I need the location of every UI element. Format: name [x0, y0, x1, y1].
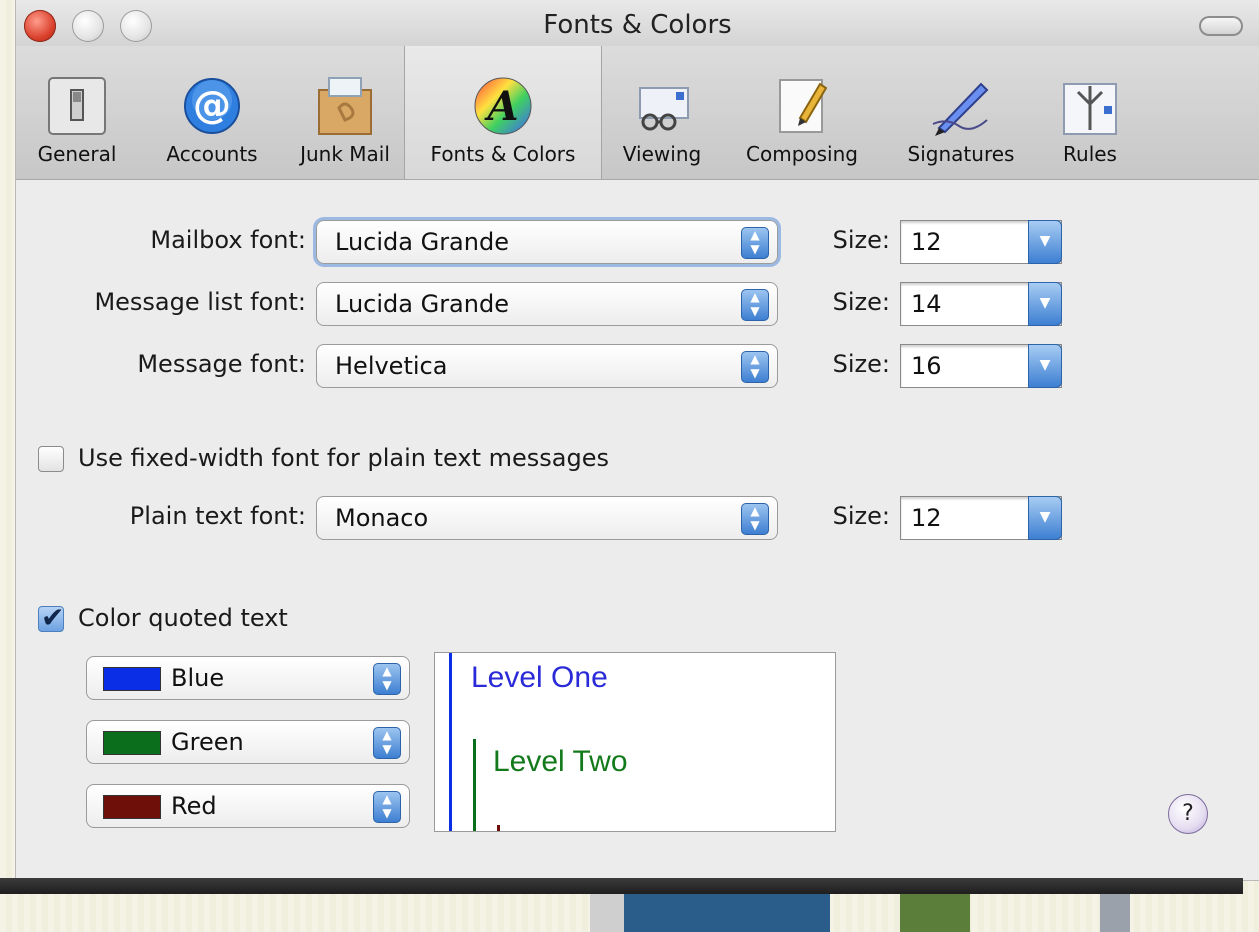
background-window-sliver — [1100, 894, 1130, 932]
mailbox-size-combo[interactable]: 12 ▼ — [900, 220, 1062, 264]
level-two-color-popup[interactable]: Green ▲ ▼ — [86, 720, 410, 764]
level-two-color-name: Green — [171, 728, 244, 756]
dropdown-arrow-icon[interactable]: ▼ — [1028, 496, 1062, 540]
fonts-colors-pane: Mailbox font: Lucida Grande ▲ ▼ Size: 12 … — [16, 180, 1259, 880]
tab-rules-label: Rules — [1063, 142, 1117, 166]
level-two-quote-bar — [473, 739, 476, 831]
message-list-size-value: 14 — [911, 290, 942, 318]
plain-text-size-value: 12 — [911, 504, 942, 532]
tab-junk-mail[interactable]: Junk Mail — [286, 46, 404, 179]
updown-arrows-icon: ▲ ▼ — [741, 351, 769, 383]
plain-text-font-popup[interactable]: Monaco ▲ ▼ — [316, 496, 778, 540]
message-font-value: Helvetica — [335, 352, 448, 380]
rules-arrows-icon — [1063, 83, 1117, 135]
quote-preview: Level One Level Two — [434, 652, 836, 832]
level-three-color-name: Red — [171, 792, 217, 820]
tab-signatures-label: Signatures — [907, 142, 1015, 166]
plain-text-size-label: Size: — [832, 502, 890, 530]
message-font-label: Message font: — [137, 350, 306, 378]
mailbox-font-value: Lucida Grande — [335, 228, 509, 256]
level-one-quote-bar — [449, 653, 452, 831]
junk-box-icon — [318, 77, 372, 135]
background-window-sliver — [900, 894, 970, 932]
level-one-color-popup[interactable]: Blue ▲ ▼ — [86, 656, 410, 700]
updown-arrows-icon: ▲ ▼ — [741, 227, 769, 259]
plain-text-font-label: Plain text font: — [129, 502, 306, 530]
tab-fonts-colors-label: Fonts & Colors — [430, 142, 576, 166]
fixed-width-label[interactable]: Use fixed-width font for plain text mess… — [78, 444, 609, 472]
mailbox-size-label: Size: — [832, 226, 890, 254]
message-size-combo[interactable]: 16 ▼ — [900, 344, 1062, 388]
tab-general[interactable]: General — [16, 46, 138, 179]
message-list-font-value: Lucida Grande — [335, 290, 509, 318]
message-list-size-label: Size: — [832, 288, 890, 316]
glasses-envelope-icon — [639, 87, 689, 131]
mailbox-font-label: Mailbox font: — [150, 226, 306, 254]
tab-composing[interactable]: Composing — [722, 46, 882, 179]
level-one-text: Level One — [471, 661, 608, 694]
mailbox-font-popup[interactable]: Lucida Grande ▲ ▼ — [316, 220, 778, 264]
fountain-pen-icon — [932, 82, 989, 136]
updown-arrows-icon: ▲ ▼ — [373, 727, 401, 759]
updown-arrows-icon: ▲ ▼ — [741, 503, 769, 535]
dropdown-arrow-icon[interactable]: ▼ — [1028, 344, 1062, 388]
message-list-size-combo[interactable]: 14 ▼ — [900, 282, 1062, 326]
level-two-text: Level Two — [493, 745, 628, 778]
pencil-paper-icon — [779, 79, 828, 133]
light-switch-icon — [48, 77, 106, 135]
tab-accounts[interactable]: @ Accounts — [138, 46, 286, 179]
tab-general-label: General — [37, 142, 117, 166]
message-list-font-popup[interactable]: Lucida Grande ▲ ▼ — [316, 282, 778, 326]
at-sign-icon: @ — [184, 78, 240, 134]
svg-text:A: A — [483, 83, 518, 130]
tab-fonts-colors[interactable]: A Fonts & Colors — [404, 46, 602, 179]
color-quoted-label[interactable]: Color quoted text — [78, 604, 288, 632]
fonts-colors-icon: A — [474, 77, 532, 135]
updown-arrows-icon: ▲ ▼ — [373, 663, 401, 695]
tab-junk-mail-label: Junk Mail — [300, 142, 390, 166]
plain-text-font-value: Monaco — [335, 504, 429, 532]
tab-composing-label: Composing — [746, 142, 858, 166]
color-quoted-checkbox[interactable]: ✔ — [38, 601, 64, 634]
level-three-swatch — [103, 795, 161, 819]
message-size-label: Size: — [832, 350, 890, 378]
tab-viewing-label: Viewing — [622, 142, 702, 166]
tab-signatures[interactable]: Signatures — [882, 46, 1040, 179]
plain-text-size-combo[interactable]: 12 ▼ — [900, 496, 1062, 540]
tab-accounts-label: Accounts — [166, 142, 258, 166]
background-window-sliver — [624, 894, 830, 932]
updown-arrows-icon: ▲ ▼ — [741, 289, 769, 321]
level-three-quote-bar — [497, 825, 500, 831]
help-button[interactable]: ? — [1168, 794, 1208, 834]
preferences-toolbar: General @ Accounts Junk Mail A Fonts & C… — [16, 46, 1259, 180]
mailbox-size-value: 12 — [911, 228, 942, 256]
message-size-value: 16 — [911, 352, 942, 380]
level-one-color-name: Blue — [171, 664, 225, 692]
fixed-width-checkbox[interactable] — [38, 446, 64, 472]
background-window-edge — [0, 878, 1243, 894]
level-three-color-popup[interactable]: Red ▲ ▼ — [86, 784, 410, 828]
toolbar-toggle-button[interactable] — [1199, 16, 1243, 36]
level-two-swatch — [103, 731, 161, 755]
level-one-swatch — [103, 667, 161, 691]
updown-arrows-icon: ▲ ▼ — [373, 791, 401, 823]
preferences-window: Fonts & Colors General @ Accounts Junk M… — [16, 0, 1259, 880]
svg-text:@: @ — [193, 83, 231, 127]
window-title: Fonts & Colors — [543, 10, 732, 40]
message-font-popup[interactable]: Helvetica ▲ ▼ — [316, 344, 778, 388]
dropdown-arrow-icon[interactable]: ▼ — [1028, 282, 1062, 326]
tab-rules[interactable]: Rules — [1040, 46, 1140, 179]
dropdown-arrow-icon[interactable]: ▼ — [1028, 220, 1062, 264]
message-list-font-label: Message list font: — [94, 288, 306, 316]
checkmark-icon: ✔ — [41, 601, 65, 634]
tab-viewing[interactable]: Viewing — [602, 46, 722, 179]
